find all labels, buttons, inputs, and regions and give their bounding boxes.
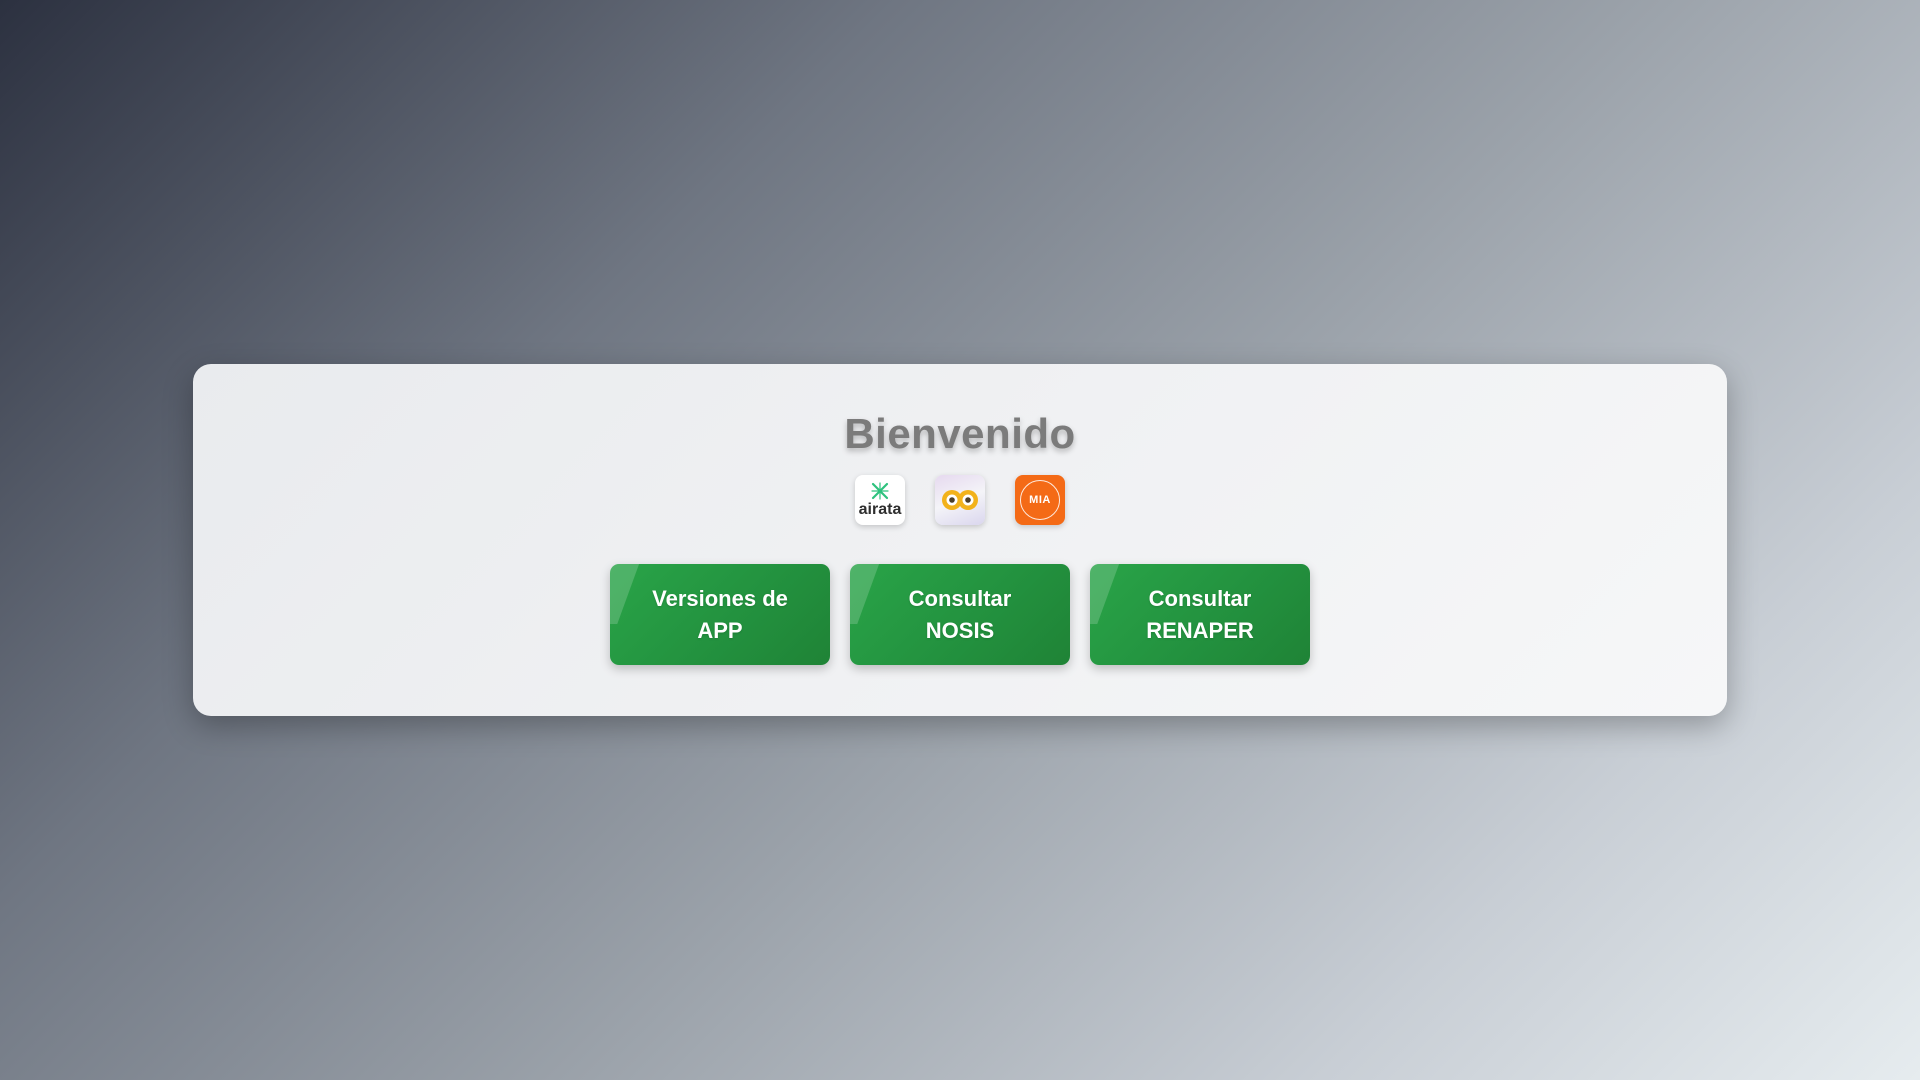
versiones-app-label: Versiones de APP bbox=[652, 585, 788, 643]
consultar-renaper-label: Consultar RENAPER bbox=[1146, 585, 1254, 643]
mia-logo-text: MIA bbox=[1029, 494, 1051, 506]
airata-mark-icon bbox=[871, 482, 889, 500]
nosis-logo bbox=[935, 475, 985, 525]
consultar-renaper-button[interactable]: Consultar RENAPER bbox=[1090, 564, 1310, 665]
mia-logo: MIA bbox=[1015, 475, 1065, 525]
versiones-app-button[interactable]: Versiones de APP bbox=[610, 564, 830, 665]
welcome-card: Bienvenido airata MIA Versiones de APP C… bbox=[193, 364, 1727, 716]
mia-ring-icon: MIA bbox=[1020, 480, 1060, 520]
consultar-nosis-label: Consultar NOSIS bbox=[908, 585, 1012, 643]
logo-row: airata MIA bbox=[193, 475, 1727, 525]
consultar-nosis-button[interactable]: Consultar NOSIS bbox=[850, 564, 1070, 665]
action-buttons: Versiones de APP Consultar NOSIS Consult… bbox=[193, 564, 1727, 665]
page-title: Bienvenido bbox=[844, 410, 1076, 457]
airata-logo-text: airata bbox=[858, 501, 902, 518]
nosis-eyes-icon bbox=[942, 490, 978, 510]
airata-logo: airata bbox=[855, 475, 905, 525]
